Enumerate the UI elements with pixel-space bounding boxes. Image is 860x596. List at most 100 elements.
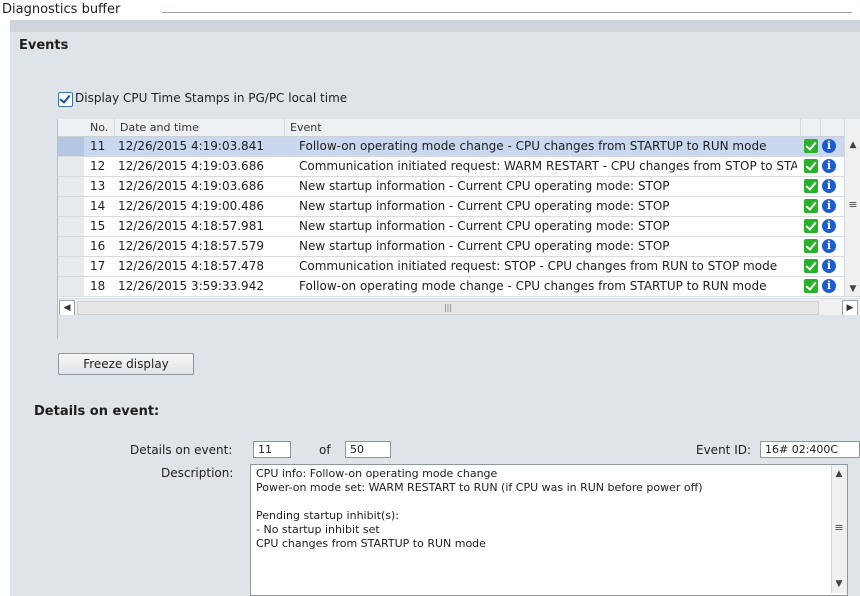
check-icon <box>804 239 818 253</box>
event-number: 15 <box>90 219 106 233</box>
event-number: 16 <box>90 239 106 253</box>
scroll-left-icon[interactable]: ◀ <box>59 300 75 316</box>
description-scrollbar[interactable]: ▲ ≡ ▼ <box>831 465 847 593</box>
column-separator[interactable] <box>820 119 821 136</box>
description-line: CPU info: Follow-on operating mode chang… <box>256 467 498 480</box>
scroll-up-icon[interactable]: ▲ <box>832 467 846 481</box>
event-datetime: 12/26/2015 4:19:03.686 <box>118 179 264 193</box>
description-line: - No startup inhibit set <box>256 523 380 536</box>
event-row[interactable]: 13 12/26/2015 4:19:03.686 New startup info… <box>58 177 860 197</box>
check-icon <box>804 219 818 233</box>
event-row[interactable]: 12 12/26/2015 4:19:03.686 Communication in… <box>58 157 860 177</box>
event-description: New startup information - Current CPU op… <box>299 239 670 253</box>
event-description: Follow-on operating mode change - CPU ch… <box>299 279 767 293</box>
row-header[interactable] <box>58 137 84 156</box>
scroll-right-icon[interactable]: ▶ <box>842 300 858 316</box>
check-icon <box>804 199 818 213</box>
info-icon[interactable]: i <box>822 159 836 173</box>
info-icon[interactable]: i <box>822 199 836 213</box>
scroll-grip-icon[interactable]: ≡ <box>846 198 860 212</box>
event-description: New startup information - Current CPU op… <box>299 199 670 213</box>
scroll-down-icon[interactable]: ▼ <box>846 282 860 296</box>
row-header[interactable] <box>58 257 84 276</box>
events-table: No. Date and time Event 11 12/26/2015 4:1… <box>57 119 860 339</box>
events-horizontal-scrollbar[interactable]: ◀ ||| ▶ <box>58 298 860 316</box>
column-header-no[interactable]: No. <box>90 121 108 134</box>
details-on-event-label: Details on event: <box>130 443 233 457</box>
event-row[interactable]: 18 12/26/2015 3:59:33.942 Follow-on operat… <box>58 277 860 297</box>
window-title: Diagnostics buffer <box>2 2 121 17</box>
description-label: Description: <box>161 466 234 480</box>
of-label: of <box>319 443 331 457</box>
event-number: 11 <box>90 139 106 153</box>
event-row[interactable]: 17 12/26/2015 4:18:57.478 Communication in… <box>58 257 860 277</box>
check-icon <box>804 259 818 273</box>
event-description: Communication initiated request: STOP - … <box>299 259 778 273</box>
local-time-checkbox-label[interactable]: Display CPU Time Stamps in PG/PC local t… <box>75 91 347 105</box>
description-line: Power-on mode set: WARM RESTART to RUN (… <box>256 481 703 494</box>
event-datetime: 12/26/2015 4:19:03.686 <box>118 159 264 173</box>
event-row[interactable]: 16 12/26/2015 4:18:57.579 New startup info… <box>58 237 860 257</box>
event-description: New startup information - Current CPU op… <box>299 219 670 233</box>
window-title-bar: Diagnostics buffer <box>0 0 860 20</box>
scroll-up-icon[interactable]: ▲ <box>846 138 860 152</box>
check-icon <box>804 139 818 153</box>
event-datetime: 12/26/2015 4:19:03.841 <box>118 139 264 153</box>
description-box[interactable]: CPU info: Follow-on operating mode chang… <box>250 464 848 596</box>
local-time-checkbox[interactable] <box>58 92 73 107</box>
event-number: 17 <box>90 259 106 273</box>
column-separator[interactable] <box>284 119 285 136</box>
event-number: 12 <box>90 159 106 173</box>
event-datetime: 12/26/2015 4:18:57.579 <box>118 239 264 253</box>
column-separator[interactable] <box>844 119 845 136</box>
event-number: 18 <box>90 279 106 293</box>
description-line: Pending startup inhibit(s): <box>256 509 399 522</box>
event-number: 13 <box>90 179 106 193</box>
scroll-grip-icon[interactable]: ≡ <box>832 521 846 535</box>
event-row[interactable]: 11 12/26/2015 4:19:03.841 Follow-on operat… <box>58 137 860 157</box>
row-header[interactable] <box>58 277 84 296</box>
event-datetime: 12/26/2015 4:18:57.981 <box>118 219 264 233</box>
event-id-label: Event ID: <box>696 443 752 457</box>
horizontal-scroll-thumb[interactable]: ||| <box>77 301 819 315</box>
event-description: Follow-on operating mode change - CPU ch… <box>299 139 767 153</box>
row-header[interactable] <box>58 197 84 216</box>
event-number-field[interactable] <box>253 441 291 458</box>
event-datetime: 12/26/2015 3:59:33.942 <box>118 279 264 293</box>
events-vertical-scrollbar[interactable]: ▲ ≡ ▼ <box>844 136 860 296</box>
event-description: New startup information - Current CPU op… <box>299 179 670 193</box>
event-row[interactable]: 14 12/26/2015 4:19:00.486 New startup info… <box>58 197 860 217</box>
info-icon[interactable]: i <box>822 139 836 153</box>
row-header[interactable] <box>58 237 84 256</box>
event-description: Communication initiated request: WARM RE… <box>299 159 797 173</box>
details-section-title: Details on event: <box>34 404 160 419</box>
description-line: CPU changes from STARTUP to RUN mode <box>256 537 486 550</box>
column-header-event[interactable]: Event <box>290 121 322 134</box>
row-header[interactable] <box>58 177 84 196</box>
events-table-header: No. Date and time Event <box>58 119 860 137</box>
info-icon[interactable]: i <box>822 259 836 273</box>
event-number: 14 <box>90 199 106 213</box>
check-icon <box>804 159 818 173</box>
freeze-display-button[interactable]: Freeze display <box>58 353 194 375</box>
title-divider <box>162 12 852 13</box>
events-section-title: Events <box>19 38 69 53</box>
row-header[interactable] <box>58 217 84 236</box>
column-header-datetime[interactable]: Date and time <box>120 121 199 134</box>
event-id-field[interactable] <box>760 441 860 458</box>
scroll-down-icon[interactable]: ▼ <box>832 577 846 591</box>
panel-header-band <box>10 20 860 32</box>
column-separator[interactable] <box>800 119 801 136</box>
info-icon[interactable]: i <box>822 179 836 193</box>
info-icon[interactable]: i <box>822 219 836 233</box>
check-icon <box>804 179 818 193</box>
event-row[interactable]: 15 12/26/2015 4:18:57.981 New startup info… <box>58 217 860 237</box>
event-datetime: 12/26/2015 4:19:00.486 <box>118 199 264 213</box>
row-header[interactable] <box>58 157 84 176</box>
event-datetime: 12/26/2015 4:18:57.478 <box>118 259 264 273</box>
info-icon[interactable]: i <box>822 239 836 253</box>
check-icon <box>804 279 818 293</box>
info-icon[interactable]: i <box>822 279 836 293</box>
event-total-field[interactable] <box>345 441 391 458</box>
column-separator[interactable] <box>114 119 115 136</box>
